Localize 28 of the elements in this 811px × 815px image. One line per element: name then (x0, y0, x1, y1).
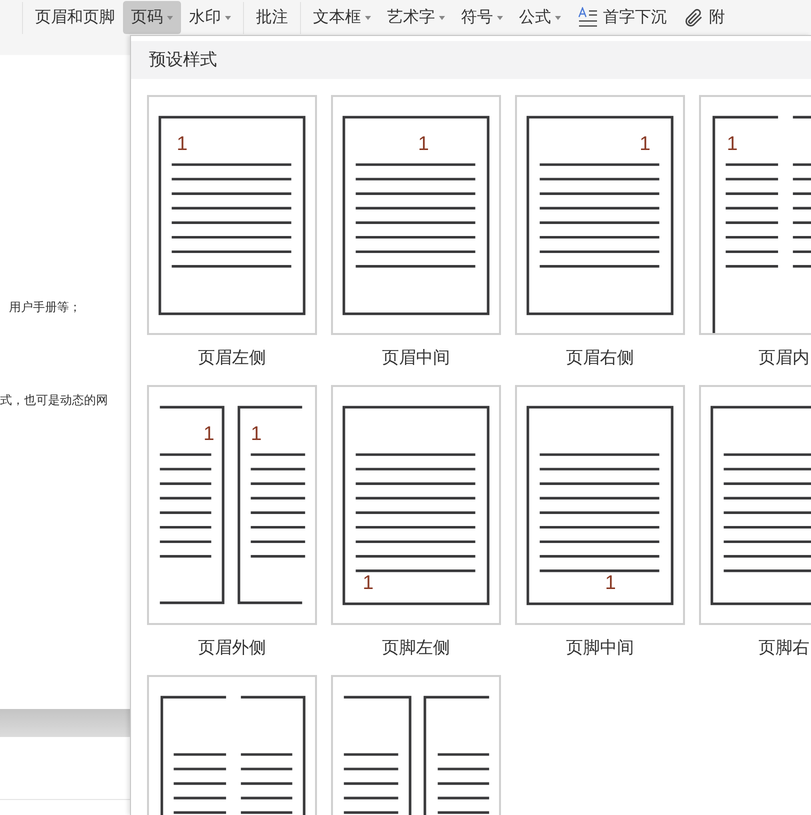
preset-label: 页脚右 (758, 637, 810, 659)
toolbar-button[interactable]: 首字下沉 (569, 1, 675, 34)
toolbar-button[interactable]: 艺术字 (379, 1, 453, 34)
preset-label: 页眉左侧 (198, 347, 266, 369)
caret-icon (225, 16, 231, 20)
caret-icon (167, 16, 173, 20)
caret-icon (497, 16, 503, 20)
document-text: 用户手册等； (8, 299, 82, 316)
document-text: 式，也可是动态的网 (0, 392, 109, 409)
preset-label: 页脚左侧 (382, 637, 450, 659)
toolbar-button[interactable]: 页码 (123, 1, 181, 34)
caret-icon (365, 16, 371, 20)
caret-icon (555, 16, 561, 20)
panel-title: 预设样式 (149, 49, 217, 72)
caret-icon (439, 16, 445, 20)
toolbar-button[interactable]: 公式 (511, 1, 569, 34)
preset-label: 页脚中间 (566, 637, 634, 659)
preset-label: 页眉外侧 (198, 637, 266, 659)
preset-label: 页眉内 (758, 347, 810, 369)
preset-label: 页眉右侧 (566, 347, 634, 369)
toolbar-button[interactable]: 页眉和页脚 (27, 1, 123, 34)
toolbar-button[interactable]: 批注 (248, 1, 296, 34)
toolbar-button[interactable]: 水印 (181, 1, 239, 34)
toolbar-button[interactable]: 附 (675, 1, 733, 34)
drop-cap-icon (577, 6, 599, 28)
preset-label: 页眉中间 (382, 347, 450, 369)
toolbar-button[interactable]: 符号 (453, 1, 511, 34)
toolbar-button[interactable]: 文本框 (305, 1, 379, 34)
